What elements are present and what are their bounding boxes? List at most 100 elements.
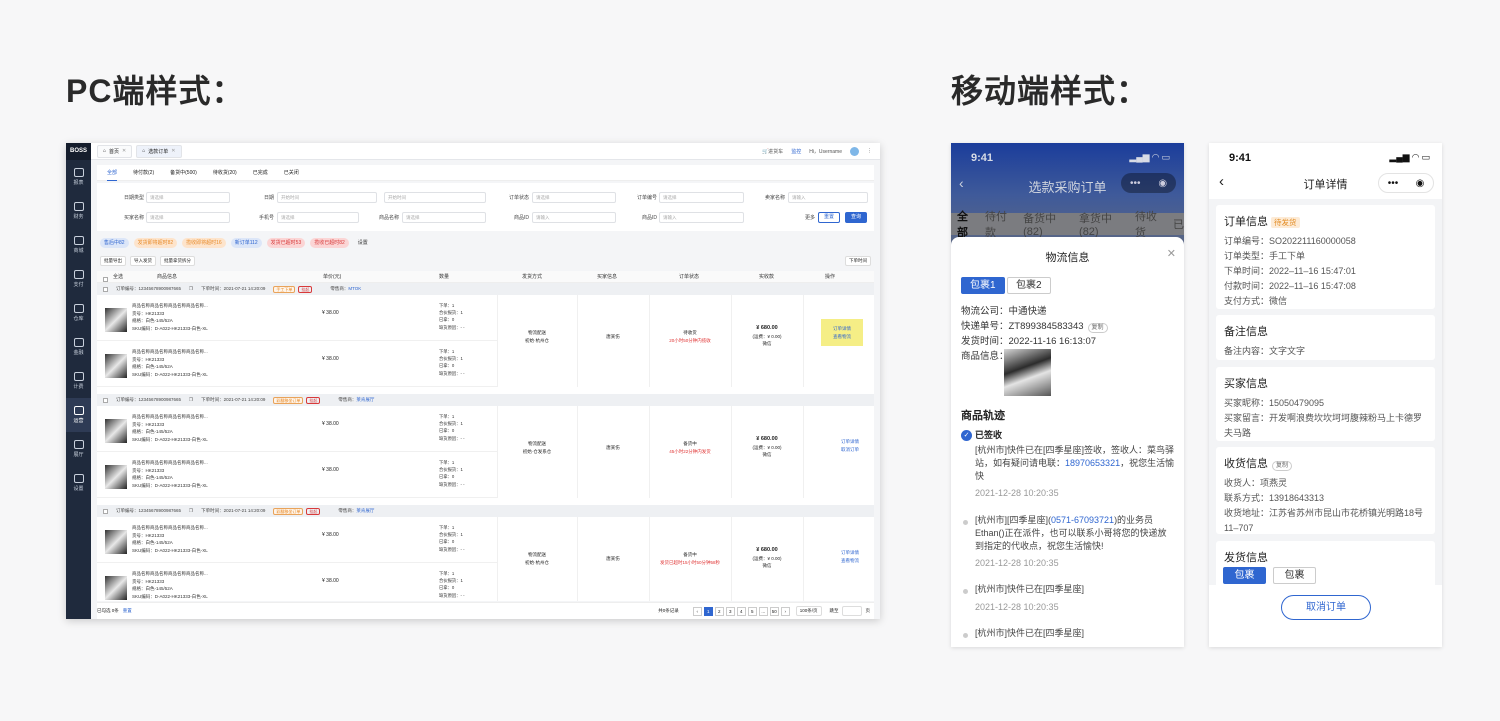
package-tab-1[interactable]: 包裹1 (961, 277, 1005, 294)
order-detail-link[interactable]: 订单详情 (803, 549, 874, 557)
order-detail-link[interactable]: 订单详情 (803, 438, 874, 446)
order-tab[interactable]: 备货中(82) (1023, 210, 1071, 238)
end-date-input[interactable]: 开始时间 (384, 192, 486, 203)
order-detail-link[interactable]: 订单详情 (821, 325, 863, 333)
copy-icon[interactable]: ❐ (189, 286, 193, 292)
seller-name[interactable]: 莱肯展厅 (356, 397, 374, 402)
monitor-link[interactable]: 监控 (791, 148, 801, 155)
quick-tag[interactable]: 揽收即将超时16 (182, 238, 226, 248)
order-tab[interactable]: 拿货中(82) (1079, 210, 1127, 238)
status-tab[interactable]: 已完成 (253, 165, 268, 181)
sidebar-item[interactable]: 报表 (66, 160, 91, 194)
tab-home[interactable]: ⌂ 首页 ✕ (97, 144, 133, 158)
more-icon[interactable]: ⋮ (867, 148, 872, 154)
product-name-select[interactable]: 请选择 (402, 212, 486, 223)
phone-link[interactable]: 0571-67093721 (1051, 515, 1114, 525)
batch-split-button[interactable]: 批量拿货拆分 (160, 256, 195, 266)
seller-name-input[interactable]: 请输入 (788, 192, 868, 203)
sidebar-item[interactable]: 展厅 (66, 432, 91, 466)
product-image[interactable] (105, 530, 127, 554)
quick-tag[interactable]: 发货已超时53 (266, 238, 306, 248)
close-circle-icon[interactable]: ◉ (1158, 178, 1167, 189)
phone-link[interactable]: 18970653321 (1065, 458, 1120, 468)
query-button[interactable]: 查询 (845, 212, 868, 223)
product-id-input[interactable]: 请输入 (532, 212, 616, 223)
product-image[interactable] (1004, 349, 1051, 396)
copy-button[interactable]: 复制 (1087, 323, 1108, 333)
sidebar-item[interactable]: 支付 (66, 262, 91, 296)
order-tab[interactable]: 全部 (957, 208, 977, 240)
batch-export-button[interactable]: 批量导出 (100, 256, 126, 266)
close-icon[interactable]: ✕ (171, 148, 175, 154)
product-id-input-2[interactable]: 请输入 (659, 212, 744, 223)
page-button[interactable]: 1 (703, 606, 713, 616)
cart-link[interactable]: 🛒进货车 (762, 148, 783, 155)
tab-orders[interactable]: ⌂ 选款订单 ✕ (136, 144, 182, 158)
order-tab[interactable]: 待付款 (985, 208, 1015, 240)
prev-page-button[interactable]: ‹ (692, 606, 702, 616)
phone-select[interactable]: 请选择 (277, 212, 359, 223)
order-checkbox[interactable] (103, 397, 108, 403)
avatar[interactable] (850, 146, 859, 156)
seller-name[interactable]: MTOK (348, 286, 361, 291)
more-dots-icon[interactable]: ••• (1388, 178, 1399, 189)
sidebar-item[interactable]: 设置 (66, 466, 91, 500)
product-image[interactable] (105, 576, 127, 600)
sidebar-item[interactable]: 仓库 (66, 296, 91, 330)
seller-name[interactable]: 莱肯展厅 (356, 508, 374, 513)
import-ship-button[interactable]: 导入发货 (130, 256, 156, 266)
page-button[interactable]: 2 (714, 606, 724, 616)
close-icon[interactable]: ✕ (122, 148, 126, 154)
quick-tag[interactable]: 新订单112 (230, 238, 262, 248)
page-button[interactable]: 50 (769, 606, 779, 616)
order-checkbox[interactable] (103, 508, 108, 514)
copy-icon[interactable]: ❐ (189, 397, 193, 403)
reset-button[interactable]: 重置 (818, 212, 841, 223)
sidebar-item[interactable]: 商城 (66, 228, 91, 262)
secondary-action-link[interactable]: 查看物流 (803, 557, 874, 565)
status-tab[interactable]: 备货中(500) (170, 165, 197, 181)
product-image[interactable] (105, 465, 127, 489)
page-size-select[interactable]: 100条/页 (795, 606, 822, 616)
more-dots-icon[interactable]: ••• (1130, 178, 1141, 189)
quick-tag[interactable]: 设置 (354, 238, 372, 248)
package-tab-2[interactable]: 包裹2 (1007, 277, 1051, 294)
close-circle-icon[interactable]: ◉ (1416, 178, 1425, 189)
date-type-select[interactable]: 请选择 (146, 192, 230, 203)
quick-tag[interactable]: 售后中82 (100, 238, 129, 248)
status-tab[interactable]: 全部 (107, 165, 118, 181)
secondary-action-link[interactable]: 查看物流 (821, 333, 863, 341)
product-image[interactable] (105, 354, 127, 378)
sidebar-item[interactable]: 计费 (66, 364, 91, 398)
mini-program-capsule[interactable]: ••• ◉ (1378, 173, 1434, 193)
page-button[interactable]: ... (758, 606, 768, 616)
next-page-button[interactable]: › (780, 606, 790, 616)
order-tab[interactable]: 待收货 (1135, 208, 1165, 240)
status-tab[interactable]: 已关闭 (284, 165, 299, 181)
package-tab-1[interactable]: 包裹1 (1223, 567, 1266, 596)
copy-icon[interactable]: ❐ (189, 508, 193, 514)
package-tab-2[interactable]: 包裹2 (1273, 567, 1316, 596)
page-button[interactable]: 3 (725, 606, 735, 616)
order-status-select[interactable]: 请选择 (532, 192, 616, 203)
page-button[interactable]: 4 (736, 606, 746, 616)
username[interactable]: Hi，Username (809, 148, 842, 155)
copy-button[interactable]: 复制 (1272, 461, 1293, 471)
quick-tag[interactable]: 发货即将超时82 (133, 238, 178, 248)
order-no-input[interactable]: 请选择 (659, 192, 744, 203)
mini-program-capsule[interactable]: ••• ◉ (1121, 173, 1176, 193)
secondary-action-link[interactable]: 取消订单 (803, 446, 874, 454)
cancel-order-button[interactable]: 取消订单 (1281, 595, 1371, 620)
product-image[interactable] (105, 419, 127, 443)
jump-input[interactable] (841, 606, 862, 616)
buyer-name-select[interactable]: 请选择 (146, 212, 230, 223)
product-image[interactable] (105, 308, 127, 332)
clear-selection-link[interactable]: 重置 (123, 608, 132, 614)
sort-select[interactable]: 下单时间 (845, 256, 871, 266)
quick-tag[interactable]: 揽收已超时82 (310, 238, 349, 248)
order-tab[interactable]: 已 (1173, 216, 1184, 232)
start-date-input[interactable]: 开始时间 (277, 192, 377, 203)
page-button[interactable]: 5 (747, 606, 757, 616)
status-tab[interactable]: 待付款(2) (133, 165, 154, 181)
close-icon[interactable]: ✕ (1167, 247, 1176, 260)
